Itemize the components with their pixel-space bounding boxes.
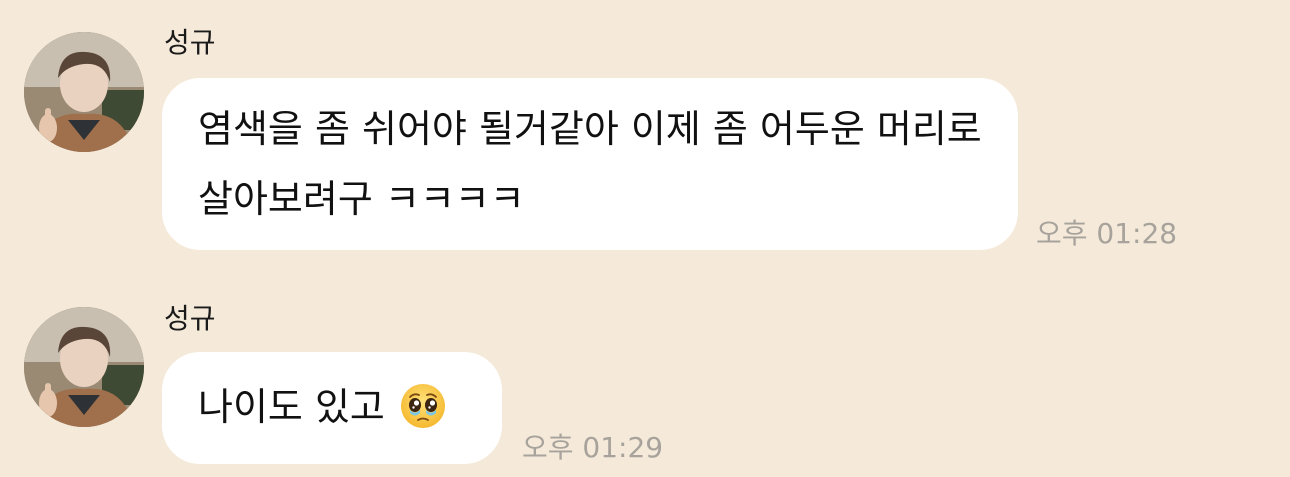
chat-message: 성규 나이도 있고 오후 01:29 [0,0,1290,477]
message-text: 나이도 있고 [198,385,385,429]
pleading-face-icon [399,382,447,452]
sender-name: 성규 [164,302,216,335]
message-bubble[interactable]: 나이도 있고 [162,352,502,464]
message-timestamp: 오후 01:29 [522,431,664,464]
profile-photo-icon [24,307,144,427]
avatar[interactable] [24,307,144,427]
